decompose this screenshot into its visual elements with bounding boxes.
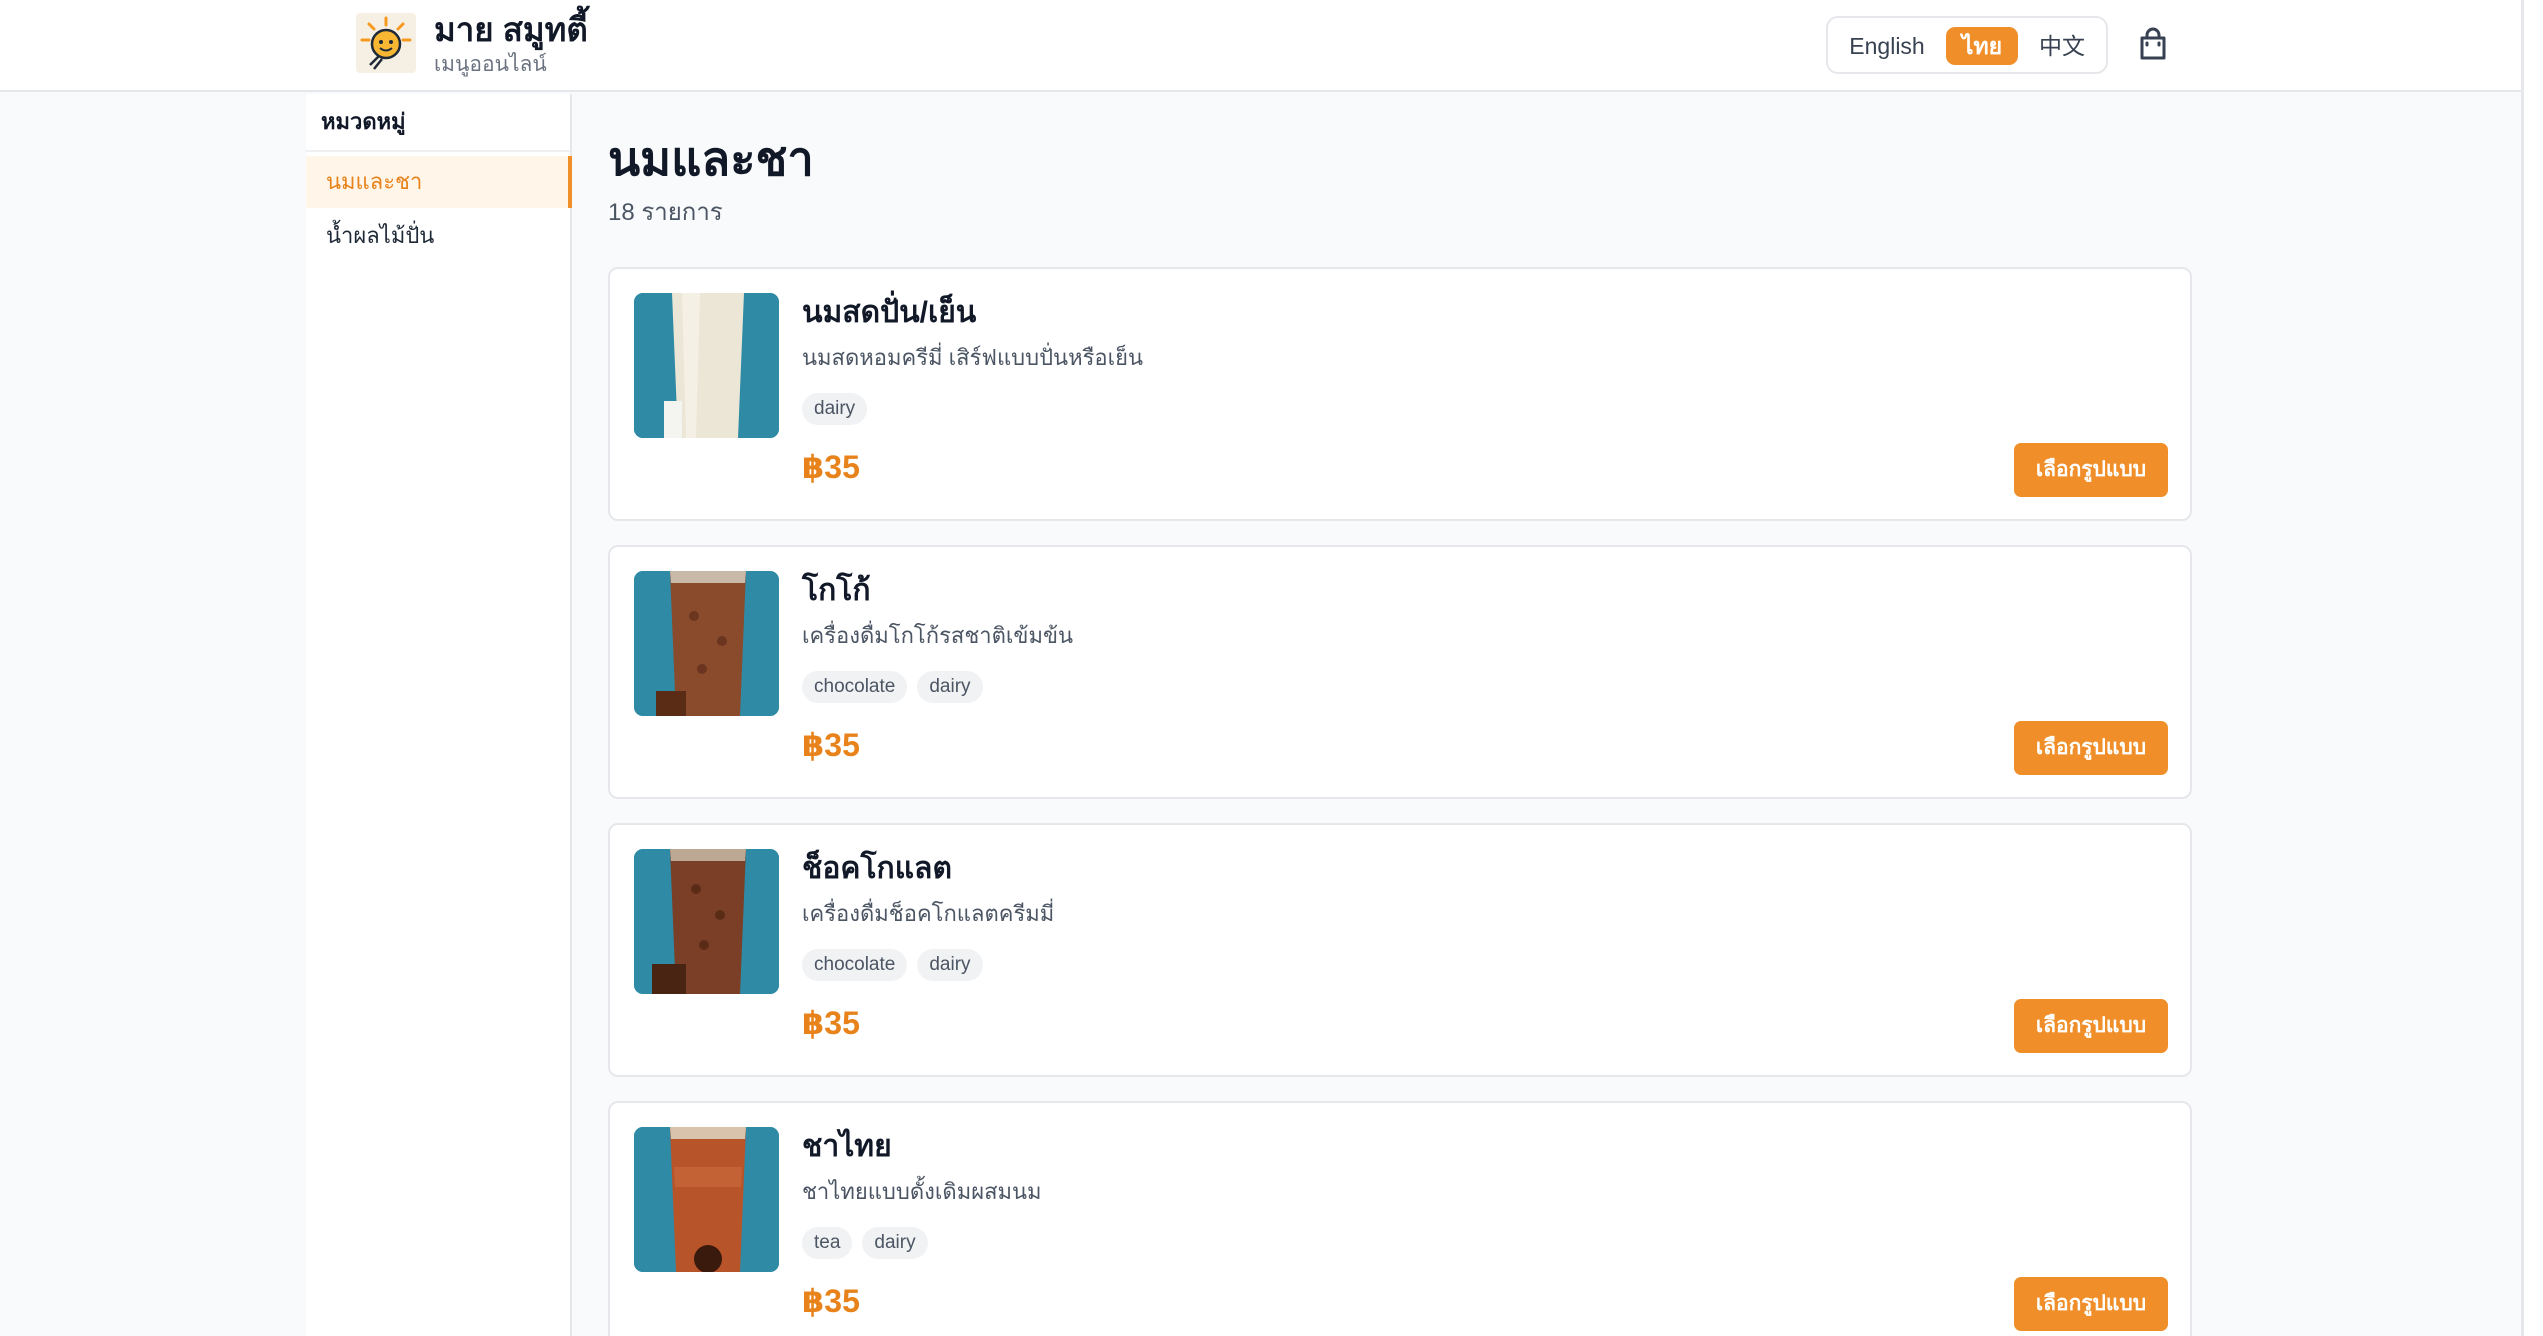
product-price: ฿35 [802, 449, 860, 485]
product-card: นมสดปั่น/เย็น นมสดหอมครีมี่ เสิร์ฟแบบปั่… [608, 267, 2192, 521]
choose-option-button[interactable]: เลือกรูปแบบ [2014, 443, 2168, 497]
product-description: เครื่องดื่มโกโก้รสชาติเข้มข้น [802, 623, 1074, 648]
product-card: ช็อคโกแลต เครื่องดื่มช็อคโกแลตครีมมี่ ch… [608, 823, 2192, 1077]
tag-badge: chocolate [802, 949, 908, 981]
page-scrollbar[interactable] [2521, 0, 2543, 1336]
product-image[interactable] [634, 571, 779, 716]
sidebar-item-milk-tea[interactable]: นมและชา [306, 156, 572, 208]
tag-badge: dairy [862, 1227, 928, 1259]
brand-subtitle: เมนูออนไลน์ [434, 53, 547, 76]
tag-badge: dairy [802, 393, 868, 425]
product-name: ช็อคโกแลต [802, 852, 952, 885]
product-price: ฿35 [802, 1005, 860, 1041]
product-image[interactable] [634, 293, 779, 438]
product-name: โกโก้ [802, 574, 871, 607]
product-price: ฿35 [802, 1283, 860, 1319]
product-name: นมสดปั่น/เย็น [802, 296, 977, 329]
shopping-bag-icon [2140, 27, 2166, 60]
cart-button[interactable] [2136, 26, 2170, 62]
tag-badge: dairy [917, 671, 983, 703]
menu-page: มาย สมูทตี้ เมนูออนไลน์ English ไทย 中文 ห… [0, 0, 2543, 1336]
page-title: นมและชา [608, 132, 814, 185]
top-header: มาย สมูทตี้ เมนูออนไลน์ English ไทย 中文 [0, 0, 2521, 92]
product-description: นมสดหอมครีมี่ เสิร์ฟแบบปั่นหรือเย็น [802, 345, 1144, 370]
product-card: โกโก้ เครื่องดื่มโกโก้รสชาติเข้มข้น choc… [608, 545, 2192, 799]
brand-logo[interactable] [356, 13, 416, 73]
product-card: ชาไทย ชาไทยแบบดั้งเดิมผสมนม tea dairy ฿35… [608, 1101, 2192, 1336]
choose-option-button[interactable]: เลือกรูปแบบ [2014, 999, 2168, 1053]
product-image[interactable] [634, 849, 779, 994]
product-description: เครื่องดื่มช็อคโกแลตครีมมี่ [802, 901, 1055, 926]
product-description: ชาไทยแบบดั้งเดิมผสมนม [802, 1179, 1042, 1204]
tag-badge: chocolate [802, 671, 908, 703]
category-sidebar: หมวดหมู่ นมและชา น้ำผลไม้ปั่น [306, 94, 572, 1336]
language-thai-button[interactable]: ไทย [1946, 27, 2018, 65]
product-name: ชาไทย [802, 1130, 892, 1163]
thai-tea-image [634, 1127, 779, 1272]
smoothie-mascot-icon [360, 16, 412, 70]
product-tags: chocolate dairy [802, 671, 993, 703]
sidebar-heading: หมวดหมู่ [306, 94, 570, 152]
language-english-button[interactable]: English [1840, 27, 1934, 65]
product-tags: chocolate dairy [802, 949, 993, 981]
item-count: 18 รายการ [608, 199, 723, 226]
sidebar-item-smoothies[interactable]: น้ำผลไม้ปั่น [306, 210, 572, 262]
product-image[interactable] [634, 1127, 779, 1272]
product-price: ฿35 [802, 727, 860, 763]
chocolate-drink-image [634, 849, 779, 994]
brand-title: มาย สมูทตี้ [434, 11, 588, 48]
choose-option-button[interactable]: เลือกรูปแบบ [2014, 721, 2168, 775]
tag-badge: dairy [917, 949, 983, 981]
choose-option-button[interactable]: เลือกรูปแบบ [2014, 1277, 2168, 1331]
cocoa-drink-image [634, 571, 779, 716]
language-switcher: English ไทย 中文 [1826, 16, 2108, 74]
tag-badge: tea [802, 1227, 853, 1259]
product-tags: dairy [802, 393, 877, 425]
language-chinese-button[interactable]: 中文 [2026, 27, 2098, 65]
milk-drink-image [634, 293, 779, 438]
product-tags: tea dairy [802, 1227, 938, 1259]
